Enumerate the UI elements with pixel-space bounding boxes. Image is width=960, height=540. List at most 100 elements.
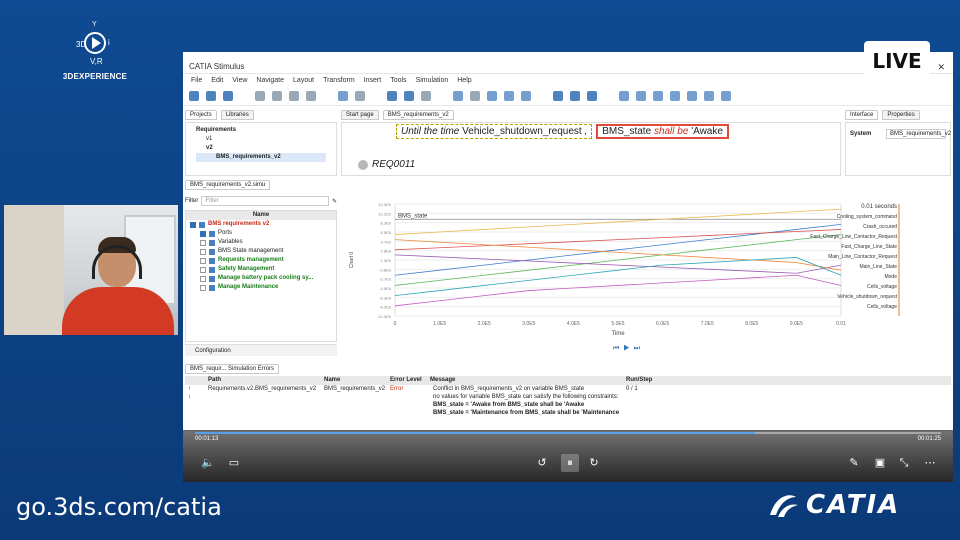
layer-icon[interactable]: [704, 91, 714, 101]
menu-help[interactable]: Help: [457, 77, 471, 85]
col-name[interactable]: Name: [321, 376, 387, 385]
visibility-icon[interactable]: [619, 91, 629, 101]
play-icon[interactable]: ▶: [623, 345, 633, 352]
list-item[interactable]: Manage battery pack cooling sy...: [186, 274, 336, 283]
pause-icon[interactable]: ⏸: [561, 454, 579, 472]
zoom-region-icon[interactable]: [521, 91, 531, 101]
col-error-level[interactable]: Error Level: [387, 376, 427, 385]
tree-item-v2[interactable]: v2: [196, 144, 326, 153]
tab-start-page[interactable]: Start page: [341, 110, 379, 120]
pen-icon[interactable]: ✎: [845, 454, 863, 472]
simulation-chart[interactable]: 0 1.0E5 2.0E5 3.0E5 4.0E5 5.0E5 6.0E5 7.0E5 8.0E…: [341, 194, 953, 344]
bracket-icon[interactable]: [553, 91, 563, 101]
list-item[interactable]: BMS requirements v2: [186, 220, 336, 229]
checkbox[interactable]: [200, 266, 206, 273]
zoom-slider-icon[interactable]: [470, 91, 480, 101]
list-item-label: Manage battery pack cooling sy...: [218, 275, 314, 281]
requirement-id[interactable]: REQ0011: [358, 159, 415, 170]
video-player[interactable]: CATIA Stimulus ✕ File Edit View Navigate…: [183, 52, 953, 482]
menu-navigate[interactable]: Navigate: [256, 77, 284, 85]
menu-simulation[interactable]: Simulation: [416, 77, 449, 85]
volume-icon[interactable]: 🔈: [199, 454, 217, 472]
tree-item-bms-requirements[interactable]: BMS_requirements_v2: [196, 153, 326, 162]
pip-icon[interactable]: ▣: [871, 454, 889, 472]
menu-transform[interactable]: Transform: [323, 77, 355, 85]
col-run-step[interactable]: Run/Step: [623, 376, 683, 385]
stop-icon[interactable]: [421, 91, 431, 101]
distribute-icon[interactable]: [587, 91, 597, 101]
menu-file[interactable]: File: [191, 77, 202, 85]
grid-icon[interactable]: [670, 91, 680, 101]
menu-view[interactable]: View: [232, 77, 247, 85]
menu-insert[interactable]: Insert: [364, 77, 382, 85]
list-item[interactable]: Requests management: [186, 256, 336, 265]
tab-simulation-errors[interactable]: BMS_requir... Simulation Errors: [185, 364, 280, 374]
checkbox[interactable]: [190, 221, 196, 228]
menu-edit[interactable]: Edit: [211, 77, 223, 85]
state-clause[interactable]: BMS_state shall be 'Awake: [596, 123, 729, 139]
checkbox[interactable]: [200, 248, 206, 255]
fullscreen-icon[interactable]: ⤡: [895, 454, 913, 472]
col-message[interactable]: Message: [427, 376, 623, 385]
text-icon[interactable]: [721, 91, 731, 101]
cut-icon[interactable]: [255, 91, 265, 101]
captions-icon[interactable]: ▭: [225, 454, 243, 472]
zoom-out-icon[interactable]: [453, 91, 463, 101]
fast-forward-icon[interactable]: ⏭: [634, 345, 644, 352]
checkbox[interactable]: [200, 239, 206, 246]
tab-bms-requirements[interactable]: BMS_requirements_v2: [382, 110, 454, 120]
configuration-bar[interactable]: Configuration: [185, 344, 337, 356]
undo-icon[interactable]: [338, 91, 348, 101]
tab-libraries[interactable]: Libraries: [220, 110, 254, 120]
forward-30-icon[interactable]: ↻: [585, 454, 603, 472]
tab-simulation[interactable]: BMS_requirements_v2.simu: [185, 180, 271, 190]
redo-icon[interactable]: [355, 91, 365, 101]
until-clause[interactable]: Until the time Vehicle_shutdown_request …: [396, 123, 593, 139]
checkbox[interactable]: [200, 284, 206, 291]
checkbox[interactable]: [200, 275, 206, 282]
y-tick-label: 12.0E6: [378, 202, 391, 207]
menu-layout[interactable]: Layout: [293, 77, 314, 85]
filter-icon[interactable]: [636, 91, 646, 101]
list-item[interactable]: Safety Management: [186, 265, 336, 274]
progress-bar[interactable]: [195, 432, 941, 434]
delete-icon[interactable]: [306, 91, 316, 101]
paste-icon[interactable]: [289, 91, 299, 101]
list-item[interactable]: Manage Maintenance: [186, 283, 336, 292]
rewind-icon[interactable]: ⏮: [613, 345, 623, 352]
arrows-icon[interactable]: ↑ ↓: [185, 385, 205, 430]
group-icon[interactable]: [687, 91, 697, 101]
check-icon[interactable]: [387, 91, 397, 101]
list-item[interactable]: BMS State management: [186, 247, 336, 256]
filter-input[interactable]: Filter: [201, 196, 329, 206]
copy-icon[interactable]: [272, 91, 282, 101]
open-icon[interactable]: [206, 91, 216, 101]
footer-url[interactable]: go.3ds.com/catia: [16, 493, 222, 521]
list-item[interactable]: Ports: [186, 229, 336, 238]
zoom-in-icon[interactable]: [487, 91, 497, 101]
tab-properties[interactable]: Properties: [882, 110, 920, 120]
tab-projects[interactable]: Projects: [185, 110, 217, 120]
save-icon[interactable]: [223, 91, 233, 101]
tree-item-requirements[interactable]: Requirements: [196, 126, 326, 135]
col-path[interactable]: Path: [205, 376, 321, 385]
align-icon[interactable]: [570, 91, 580, 101]
run-icon[interactable]: [404, 91, 414, 101]
table-row[interactable]: ↑ ↓ Requirements.v2.BMS_requirements_v2 B…: [185, 385, 951, 431]
rewind-10-icon[interactable]: ↺: [533, 454, 551, 472]
new-icon[interactable]: [189, 91, 199, 101]
system-value[interactable]: BMS_requirements_v2: [886, 129, 951, 139]
tree-item-v1[interactable]: v1: [196, 135, 326, 144]
list-item[interactable]: Variables: [186, 238, 336, 247]
close-icon[interactable]: ✕: [937, 62, 945, 73]
more-icon[interactable]: ⋯: [921, 454, 939, 472]
chart-svg[interactable]: 0 1.0E5 2.0E5 3.0E5 4.0E5 5.0E5 6.0E5 7.0E5 8.0E…: [341, 194, 953, 344]
checkbox[interactable]: [200, 257, 206, 264]
tree-icon[interactable]: [653, 91, 663, 101]
menu-tools[interactable]: Tools: [390, 77, 406, 85]
filter-edit-icon[interactable]: ✎: [332, 198, 337, 205]
checkbox[interactable]: [200, 230, 206, 237]
tab-interface[interactable]: Interface: [845, 110, 879, 120]
column-header-name[interactable]: Name: [186, 211, 336, 220]
zoom-fit-icon[interactable]: [504, 91, 514, 101]
